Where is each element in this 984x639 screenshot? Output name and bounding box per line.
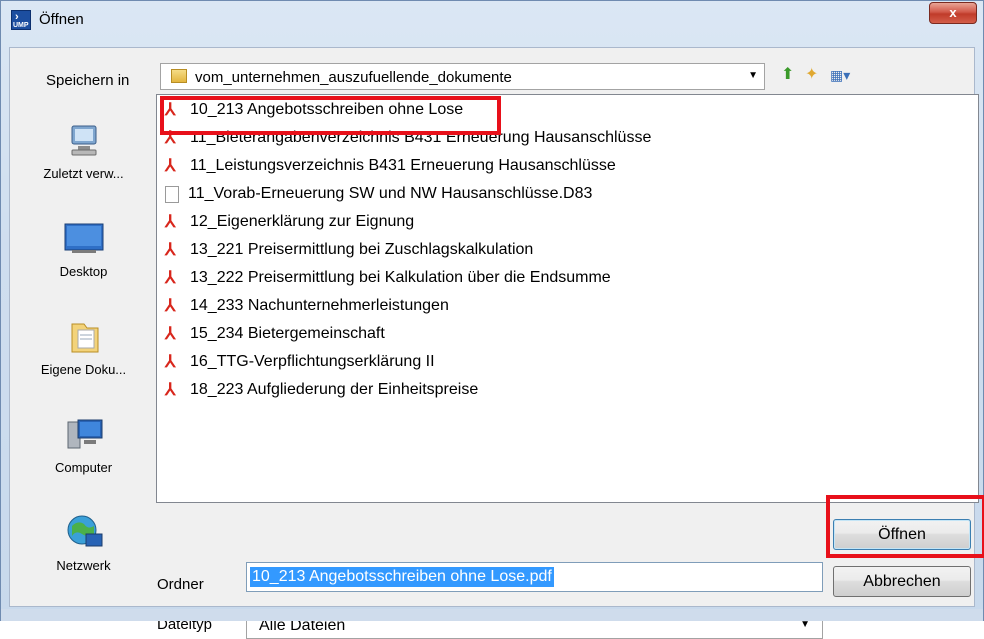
place-computer-label: Computer (54, 460, 113, 475)
window-bottom-edge (1, 609, 983, 621)
place-computer[interactable]: Computer (16, 412, 151, 475)
place-network[interactable]: Netzwerk (16, 510, 151, 573)
close-button[interactable]: x (929, 2, 977, 24)
list-item[interactable]: 11_Vorab-Erneuerung SW und NW Hausanschl… (165, 182, 592, 206)
file-name: 15_234 Bietergemeinschaft (190, 325, 385, 342)
pdf-file-icon: ⅄ (165, 324, 176, 343)
app-icon: › UMP (11, 10, 31, 30)
folder-up-icon[interactable]: ⬆ (781, 65, 794, 85)
location-label: Speichern in (46, 72, 130, 89)
place-network-label: Netzwerk (56, 558, 111, 573)
computer-icon (62, 412, 106, 456)
list-item[interactable]: ⅄ 13_221 Preisermittlung bei Zuschlagska… (165, 238, 533, 262)
places-bar: Zuletzt verw... Desktop Eigene Doku... C… (16, 108, 151, 598)
list-item[interactable]: ⅄ 14_233 Nachunternehmerleistungen (165, 294, 449, 318)
pdf-file-icon: ⅄ (165, 240, 176, 259)
pdf-file-icon: ⅄ (165, 268, 176, 287)
filename-value: 10_213 Angebotsschreiben ohne Lose.pdf (250, 567, 554, 587)
pdf-file-icon: ⅄ (165, 296, 176, 315)
file-name: 18_223 Aufgliederung der Einheitspreise (190, 381, 479, 398)
place-recent-label: Zuletzt verw... (43, 166, 124, 181)
open-dialog-window: › UMP Öffnen x Speichern in vom_unterneh… (0, 0, 984, 639)
file-name: 12_Eigenerklärung zur Eignung (190, 213, 415, 230)
pdf-file-icon: ⅄ (165, 380, 176, 399)
folder-icon (171, 69, 187, 83)
file-list[interactable]: ⅄ 10_213 Angebotsschreiben ohne Lose ⅄ 1… (156, 94, 979, 503)
app-icon-label: UMP (13, 22, 29, 29)
file-name: 14_233 Nachunternehmerleistungen (190, 297, 449, 314)
pdf-file-icon: ⅄ (165, 212, 176, 231)
list-item[interactable]: ⅄ 16_TTG-Verpflichtungserklärung II (165, 350, 435, 374)
list-item[interactable]: ⅄ 11_Leistungsverzeichnis B431 Erneuerun… (165, 154, 616, 178)
place-desktop-label: Desktop (59, 264, 108, 279)
recent-places-icon (62, 118, 106, 162)
pdf-file-icon: ⅄ (165, 352, 176, 371)
new-folder-icon[interactable]: ✦ (805, 65, 818, 85)
list-item[interactable]: ⅄ 15_234 Bietergemeinschaft (165, 322, 385, 346)
pdf-file-icon: ⅄ (165, 156, 176, 175)
location-combobox[interactable]: vom_unternehmen_auszufuellende_dokumente… (160, 63, 765, 90)
cancel-button[interactable]: Abbrechen (833, 566, 971, 597)
documents-folder-icon (62, 314, 106, 358)
desktop-icon (62, 216, 106, 260)
file-name: 13_221 Preisermittlung bei Zuschlagskalk… (190, 241, 534, 258)
place-desktop[interactable]: Desktop (16, 216, 151, 279)
file-name: 11_Leistungsverzeichnis B431 Erneuerung … (190, 157, 616, 174)
list-item[interactable]: ⅄ 13_222 Preisermittlung bei Kalkulation… (165, 266, 611, 290)
place-documents-label: Eigene Doku... (40, 362, 127, 377)
file-name: 11_Vorab-Erneuerung SW und NW Hausanschl… (188, 185, 593, 202)
highlight-frame-open-button (826, 495, 984, 558)
highlight-frame-file (160, 96, 501, 135)
file-name: 13_222 Preisermittlung bei Kalkulation ü… (190, 269, 611, 286)
filename-field[interactable]: 10_213 Angebotsschreiben ohne Lose.pdf (246, 562, 823, 592)
list-item[interactable]: ⅄ 12_Eigenerklärung zur Eignung (165, 210, 414, 234)
list-item[interactable]: ⅄ 18_223 Aufgliederung der Einheitspreis… (165, 378, 478, 402)
file-name: 16_TTG-Verpflichtungserklärung II (190, 353, 435, 370)
generic-file-icon (165, 185, 179, 203)
window-title: Öffnen (39, 11, 84, 28)
filename-label: Ordner (157, 576, 204, 593)
close-icon: x (949, 5, 957, 20)
view-menu-icon[interactable]: ▦▾ (830, 65, 850, 85)
place-recent[interactable]: Zuletzt verw... (16, 118, 151, 181)
title-bar[interactable]: › UMP Öffnen x (1, 1, 983, 39)
place-documents[interactable]: Eigene Doku... (16, 314, 151, 377)
network-globe-icon (62, 510, 106, 554)
location-value: vom_unternehmen_auszufuellende_dokumente (195, 69, 512, 86)
chevron-down-icon[interactable]: ▼ (748, 70, 758, 81)
